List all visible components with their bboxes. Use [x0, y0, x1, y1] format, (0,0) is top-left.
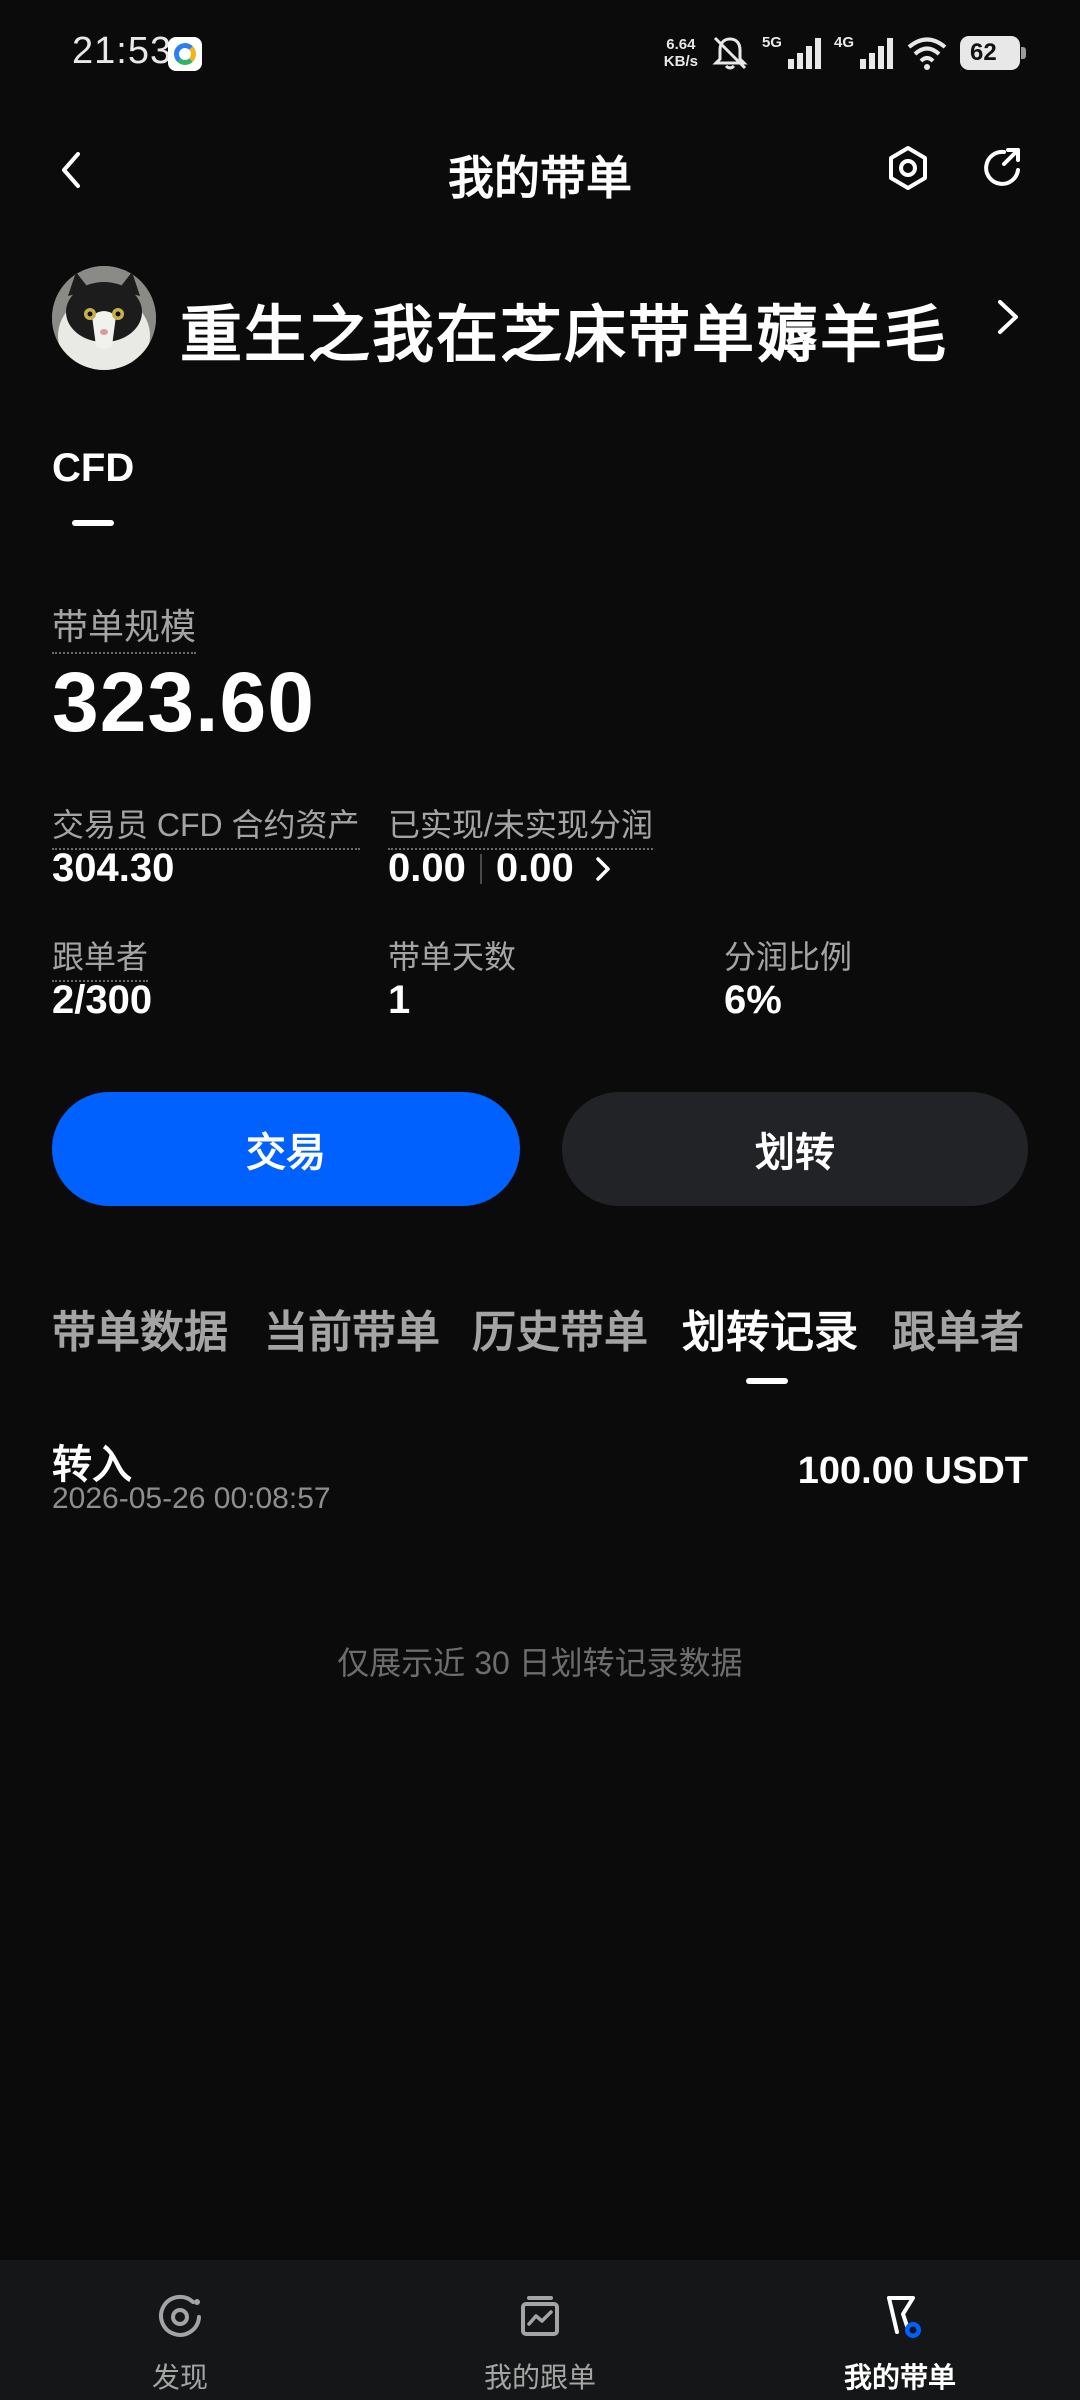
- sim1-label: 5G: [761, 33, 782, 51]
- nav-label: 发现: [151, 2362, 208, 2393]
- top-app-bar: 我的带单: [0, 120, 1080, 220]
- scale-value: 323.60: [52, 655, 315, 749]
- mute-icon: [712, 36, 748, 70]
- chevron-right-icon: [595, 856, 610, 881]
- network-speed: 6.64 KB/s: [663, 36, 698, 70]
- nav-label: 我的跟单: [483, 2362, 596, 2393]
- tab-indicator: [746, 1378, 788, 1384]
- trade-button[interactable]: 交易: [52, 1092, 520, 1206]
- nav-my-lead[interactable]: 我的带单: [770, 2260, 1030, 2400]
- tab-followers[interactable]: 跟单者: [892, 1296, 1024, 1360]
- divider: [479, 853, 482, 884]
- bottom-navigation: 发现 我的跟单 我的带单: [0, 2260, 1080, 2400]
- status-bar: 21:53 6.64 KB/s 5G 4G 62: [0, 0, 1080, 110]
- tab-current-orders[interactable]: 当前带单: [264, 1296, 440, 1360]
- assets-value: 304.30: [52, 846, 175, 890]
- record-time: 2026-05-26 00:08:57: [52, 1482, 331, 1515]
- tab-cfd[interactable]: CFD: [52, 446, 134, 491]
- trader-name: 重生之我在芝床带单薅羊毛: [180, 301, 949, 370]
- followers-label[interactable]: 跟单者: [52, 932, 149, 982]
- avatar: [52, 266, 156, 370]
- status-time: 21:53: [72, 30, 173, 72]
- days-label: 带单天数: [388, 939, 517, 975]
- signal-icon: [860, 38, 893, 69]
- share-icon: [984, 148, 1020, 186]
- flag-icon: [887, 2296, 921, 2338]
- app-notification-icon: [168, 37, 202, 71]
- sim2-label: 4G: [833, 33, 854, 51]
- discover-icon: [159, 2294, 201, 2337]
- nav-discover[interactable]: 发现: [50, 2260, 310, 2400]
- wifi-icon: [907, 37, 947, 70]
- settings-icon: [889, 146, 927, 190]
- cat-avatar-image: [52, 266, 156, 370]
- share-button[interactable]: [974, 140, 1030, 196]
- transfer-button[interactable]: 划转: [562, 1092, 1028, 1206]
- trader-profile-row[interactable]: 重生之我在芝床带单薅羊毛: [52, 262, 1028, 372]
- share-ratio-value: 6%: [724, 978, 782, 1022]
- scale-label[interactable]: 带单规模: [52, 598, 197, 654]
- record-amount: 100.00 USDT: [797, 1450, 1028, 1492]
- records-notice: 仅展示近 30 日划转记录数据: [337, 1645, 743, 1681]
- settings-button[interactable]: [880, 140, 936, 196]
- status-indicators: 6.64 KB/s 5G 4G 62: [663, 28, 1026, 78]
- assets-label[interactable]: 交易员 CFD 合约资产: [52, 800, 360, 850]
- chart-card-icon: [521, 2296, 559, 2336]
- profit-share-row[interactable]: 0.00 0.00: [388, 846, 618, 891]
- signal-icon: [787, 38, 821, 69]
- nav-label: 我的带单: [843, 2362, 956, 2393]
- section-tabs: 带单数据 当前带单 历史带单 划转记录 跟单者: [52, 1296, 1052, 1357]
- tab-indicator: [72, 520, 114, 526]
- unrealized-profit-value: 0.00: [495, 846, 574, 890]
- followers-value: 2/300: [52, 978, 153, 1022]
- chevron-right-icon: [998, 300, 1018, 334]
- tab-transfer-records[interactable]: 划转记录: [682, 1296, 858, 1360]
- days-value: 1: [388, 978, 411, 1022]
- tab-history-orders[interactable]: 历史带单: [472, 1296, 648, 1360]
- share-ratio-label: 分润比例: [724, 939, 853, 975]
- realized-profit-value: 0.00: [388, 846, 466, 890]
- nav-my-copy[interactable]: 我的跟单: [410, 2260, 670, 2400]
- tab-copy-data[interactable]: 带单数据: [52, 1296, 228, 1360]
- profit-share-label[interactable]: 已实现/未实现分润: [388, 800, 653, 850]
- battery-icon: 62: [960, 36, 1026, 70]
